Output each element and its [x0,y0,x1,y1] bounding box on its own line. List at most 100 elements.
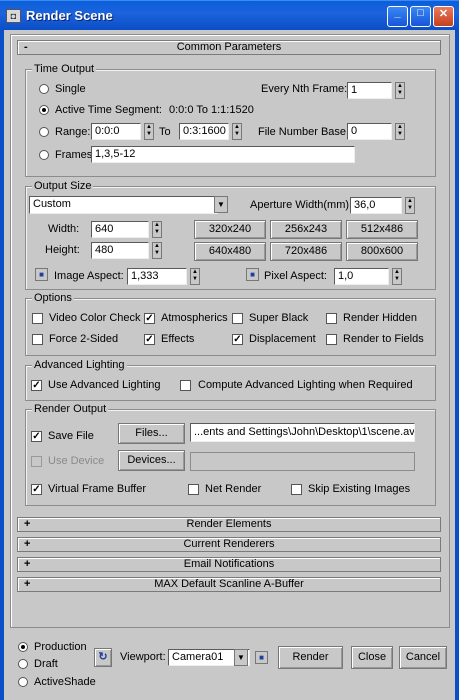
minimize-button[interactable]: _ [387,6,408,27]
range-to-label: To [159,126,171,138]
single-radio[interactable] [39,84,49,94]
title-bar[interactable]: ◘ Render Scene _ □ ✕ [0,0,459,30]
range-radio[interactable] [39,127,49,137]
group-label: Render Output [32,403,109,415]
use-advanced-lighting-checkbox[interactable]: ✓ [31,380,42,391]
image-aspect-spinner[interactable]: ▲ ▼ [190,268,200,285]
compute-advanced-lighting-checkbox[interactable] [180,380,191,391]
activeshade-radio[interactable] [18,677,28,687]
frames-radio[interactable] [39,150,49,160]
save-file-checkbox[interactable]: ✓ [31,431,42,442]
common-parameters-rollout[interactable]: - Common Parameters [17,40,441,55]
range-to-spinner[interactable]: ▲ ▼ [232,123,242,140]
height-spinner[interactable]: ▲ ▼ [152,242,162,259]
render-hidden-checkbox[interactable] [326,313,337,324]
production-label: Production [34,641,87,653]
compute-advanced-lighting-label: Compute Advanced Lighting when Required [198,379,413,391]
preset-720x486-button[interactable]: 720x486 [270,242,342,261]
aperture-field[interactable]: 36,0 [350,197,402,214]
rollout-title: Render Elements [186,518,272,530]
pixel-aspect-lock-icon[interactable]: ■ [246,268,259,281]
preset-640x480-button[interactable]: 640x480 [194,242,266,261]
image-aspect-field[interactable]: 1,333 [127,268,187,285]
output-size-group: Output Size Custom ▼ Aperture Width(mm):… [25,180,436,290]
options-group: Options Video Color Check ✓ Atmospherics Su… [25,292,436,356]
render-hidden-label: Render Hidden [343,312,417,324]
every-nth-spinner[interactable]: ▲ ▼ [395,82,405,99]
frames-field[interactable]: 1,3,5-12 [91,146,355,163]
chevron-down-icon[interactable]: ▼ [214,196,228,213]
net-render-checkbox[interactable] [188,484,199,495]
aperture-label: Aperture Width(mm): [250,199,353,211]
render-button[interactable]: Render [278,646,343,669]
swap-icon[interactable]: ↻ [94,648,112,667]
close-button[interactable]: Close [351,646,393,669]
draft-radio[interactable] [18,659,28,669]
virtual-frame-buffer-checkbox[interactable]: ✓ [31,484,42,495]
aperture-spinner[interactable]: ▲ ▼ [405,197,415,214]
video-color-check-checkbox[interactable] [32,313,43,324]
production-radio[interactable] [18,642,28,652]
active-segment-radio[interactable] [39,105,49,115]
preset-800x600-button[interactable]: 800x600 [346,242,418,261]
preset-320x240-button[interactable]: 320x240 [194,220,266,239]
maximize-button[interactable]: □ [410,6,431,27]
pixel-aspect-field[interactable]: 1,0 [334,268,389,285]
chevron-down-icon[interactable]: ▼ [234,649,248,666]
viewport-lock-icon[interactable]: ■ [255,651,268,664]
preset-512x486-button[interactable]: 512x486 [346,220,418,239]
image-aspect-lock-icon[interactable]: ■ [35,268,48,281]
atmospherics-checkbox[interactable]: ✓ [144,313,155,324]
preset-value: Custom [33,198,71,210]
render-elements-rollout[interactable]: + Render Elements [17,517,441,532]
file-number-base-spinner[interactable]: ▲ ▼ [395,123,405,140]
displacement-label: Displacement [249,333,316,345]
preset-dropdown[interactable]: Custom [29,196,218,214]
range-from-spinner[interactable]: ▲ ▼ [144,123,154,140]
every-nth-field[interactable]: 1 [347,82,392,99]
expand-icon: + [24,578,31,590]
active-segment-value: 0:0:0 To 1:1:1520 [169,104,254,116]
rollout-title: Common Parameters [176,41,282,53]
force-2-sided-checkbox[interactable] [32,334,43,345]
scanline-rollout[interactable]: + MAX Default Scanline A-Buffer [17,577,441,592]
render-to-fields-checkbox[interactable] [326,334,337,345]
devices-button[interactable]: Devices... [118,450,185,471]
width-spinner[interactable]: ▲ ▼ [152,221,162,238]
files-button[interactable]: Files... [118,423,185,444]
range-from-field[interactable]: 0:0:0 [91,123,141,140]
rollout-title: Current Renderers [183,538,275,550]
advanced-lighting-group: Advanced Lighting ✓ Use Advanced Lightin… [25,359,436,401]
height-field[interactable]: 480 [91,242,149,259]
output-path-field[interactable]: ...ents and Settings\John\Desktop\1\scen… [190,423,415,442]
app-icon: ◘ [6,9,21,23]
file-number-base-label: File Number Base: [258,126,350,138]
width-field[interactable]: 640 [91,221,149,238]
expand-icon: + [24,538,31,550]
rollout-title: Email Notifications [183,558,275,570]
preset-256x243-button[interactable]: 256x243 [270,220,342,239]
effects-label: Effects [161,333,195,345]
use-device-checkbox[interactable] [31,456,42,467]
current-renderers-rollout[interactable]: + Current Renderers [17,537,441,552]
email-notifications-rollout[interactable]: + Email Notifications [17,557,441,572]
close-window-button[interactable]: ✕ [433,6,454,27]
image-aspect-label: Image Aspect: [54,270,124,282]
effects-checkbox[interactable]: ✓ [144,334,155,345]
super-black-checkbox[interactable] [232,313,243,324]
device-field [190,452,415,471]
range-to-field[interactable]: 0:3:1600 [179,123,229,140]
range-label: Range: [55,126,91,138]
cancel-button[interactable]: Cancel [399,646,447,669]
use-device-label: Use Device [48,455,105,467]
atmospherics-label: Atmospherics [161,312,228,324]
save-file-label: Save File [48,430,94,442]
file-number-base-field[interactable]: 0 [347,123,392,140]
skip-existing-checkbox[interactable] [291,484,302,495]
width-label: Width: [48,223,80,235]
expand-icon: + [24,558,31,570]
displacement-checkbox[interactable]: ✓ [232,334,243,345]
pixel-aspect-spinner[interactable]: ▲ ▼ [392,268,402,285]
group-label: Time Output [32,63,97,75]
frames-label: Frames [55,149,93,161]
